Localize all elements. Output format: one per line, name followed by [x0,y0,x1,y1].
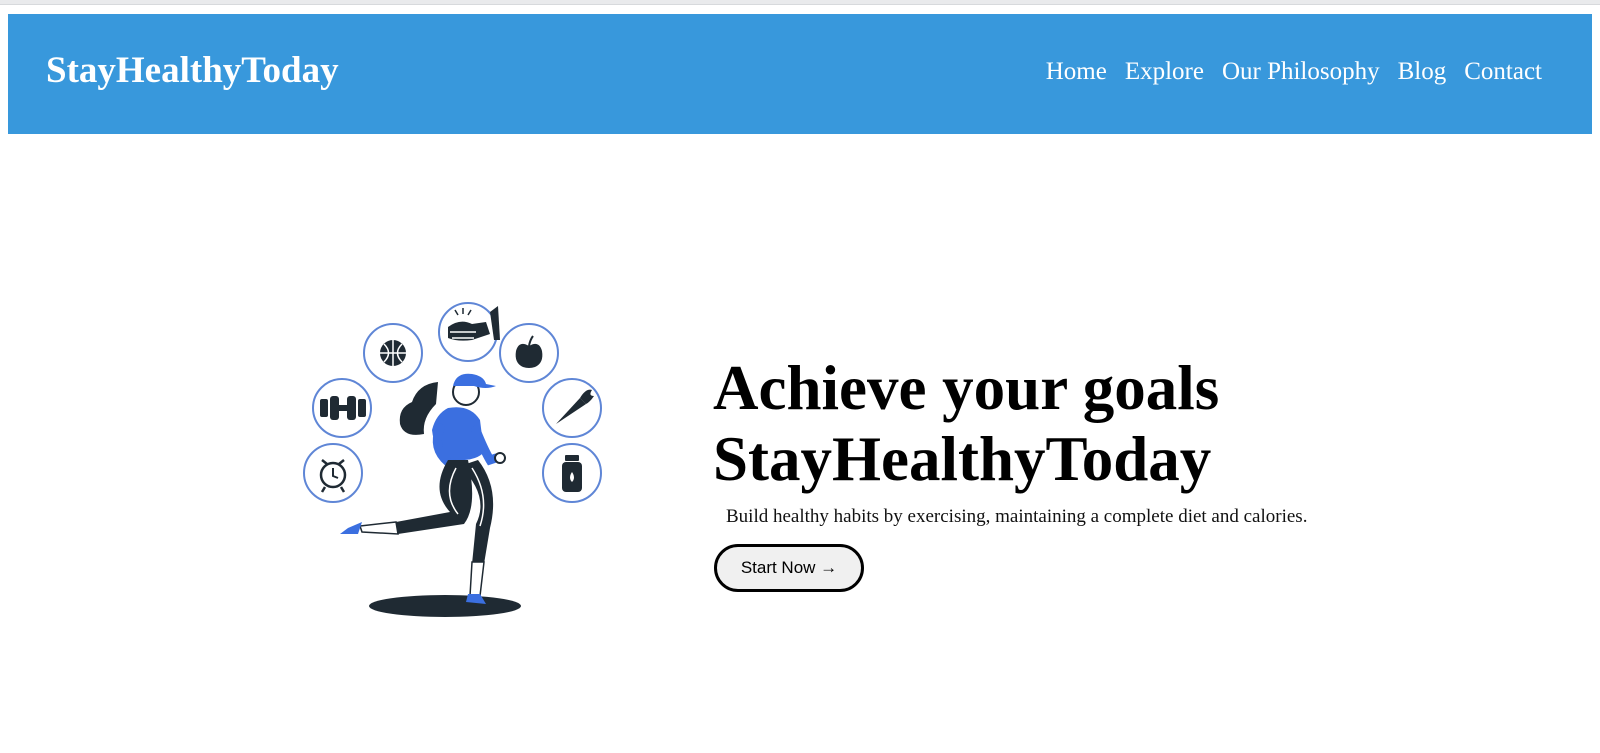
dumbbell-icon [312,378,372,438]
browser-top-border [0,0,1600,5]
hero-title-line-1: Achieve your goals [713,353,1220,423]
nav-links: Home Explore Our Philosophy Blog Contact [1046,59,1542,84]
hero-title: Achieve your goals StayHealthyToday [713,353,1219,495]
nav-link-our-philosophy[interactable]: Our Philosophy [1222,59,1380,84]
alarm-clock-icon [303,443,363,503]
nav-link-explore[interactable]: Explore [1125,59,1204,84]
nav-link-blog[interactable]: Blog [1398,59,1447,84]
hero-subtitle: Build healthy habits by exercising, main… [726,506,1308,527]
hero-illustration [303,302,602,617]
brand-logo-link[interactable]: StayHealthyToday [46,52,339,89]
start-now-button[interactable]: Start Now → [714,544,864,592]
nav-link-home[interactable]: Home [1046,59,1107,84]
navbar: StayHealthyToday Home Explore Our Philos… [8,14,1592,134]
carrot-icon [542,378,602,438]
basketball-icon [363,323,423,383]
apple-icon [499,323,559,383]
clapping-hands-icon [438,302,500,362]
nav-link-contact[interactable]: Contact [1464,59,1542,84]
water-bottle-icon [542,443,602,503]
hero-title-line-2: StayHealthyToday [713,424,1212,494]
